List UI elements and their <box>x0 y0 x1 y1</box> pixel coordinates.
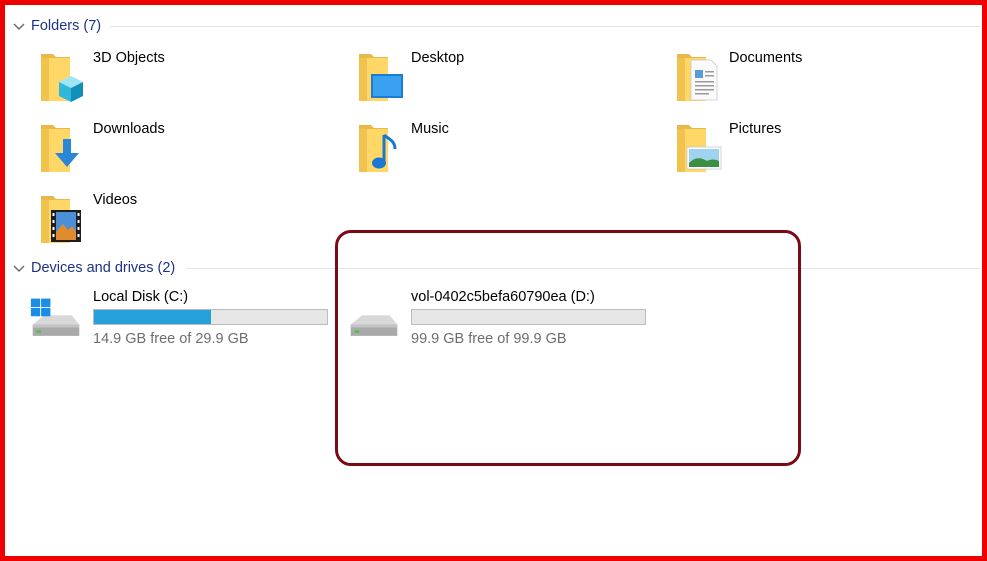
chevron-down-icon[interactable] <box>12 261 26 275</box>
folders-divider <box>110 26 980 27</box>
usage-bar <box>93 309 328 325</box>
downloads-folder-icon <box>41 125 79 172</box>
folders-group-header[interactable]: Folders (7) <box>12 16 101 36</box>
folder-item-music[interactable]: Music <box>355 119 655 181</box>
documents-folder-icon <box>677 54 718 101</box>
folder-label: Music <box>411 121 449 137</box>
folder-label: Videos <box>93 192 138 208</box>
folder-item-documents[interactable]: Documents <box>673 48 973 110</box>
folder-item-pictures[interactable]: Pictures <box>673 119 973 181</box>
desktop-folder-icon <box>359 54 403 101</box>
usage-bar-fill <box>94 310 211 324</box>
highlight-annotation-box <box>335 230 801 466</box>
chevron-down-icon[interactable] <box>12 19 26 33</box>
folder-item-3d-objects[interactable]: 3D Objects <box>37 48 337 110</box>
drive-free-space: 14.9 GB free of 29.9 GB <box>93 331 249 347</box>
folder-item-desktop[interactable]: Desktop <box>355 48 655 110</box>
folder-label: Desktop <box>411 50 465 66</box>
folder-label: Pictures <box>729 121 782 137</box>
pictures-folder-icon <box>677 125 722 172</box>
folder-item-videos[interactable]: Videos <box>37 190 337 252</box>
folder-label: Downloads <box>93 121 165 137</box>
windows-drive-icon <box>30 298 80 336</box>
music-folder-icon <box>359 125 397 172</box>
folders-group-title: Folders (7) <box>31 18 102 34</box>
folder-item-downloads[interactable]: Downloads <box>37 119 337 181</box>
devices-group-title: Devices and drives (2) <box>31 260 176 276</box>
folder-label: Documents <box>729 50 803 66</box>
folder-label: 3D Objects <box>93 50 165 66</box>
drive-item-c[interactable]: Local Disk (C:) 14.9 GB free of 29.9 GB <box>29 289 329 359</box>
devices-group-header[interactable]: Devices and drives (2) <box>12 258 175 278</box>
videos-folder-icon <box>41 196 81 243</box>
3d-objects-folder-icon <box>41 54 83 102</box>
drive-label: Local Disk (C:) <box>93 289 189 305</box>
